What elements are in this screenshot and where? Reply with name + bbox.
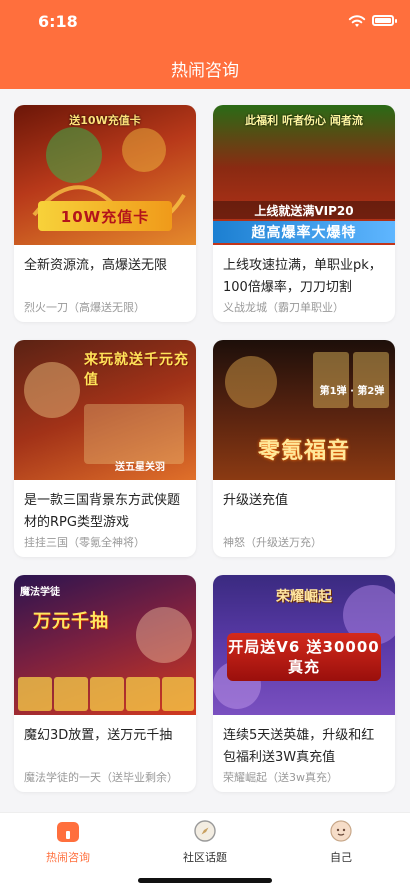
compass-icon — [193, 819, 217, 843]
tab-label: 自己 — [330, 851, 352, 864]
card-subtitle: 神怒（升级送万充） — [223, 536, 322, 549]
card-title: 上线攻速拉满，单职业pk，100倍爆率，刀刀切割 — [223, 258, 382, 295]
card-thumbnail: 来玩就送千元充值 送五星关羽 — [14, 340, 196, 480]
card-title: 连续5天送英雄，升级和红包福利送3W真充值 — [223, 728, 375, 765]
card-thumbnail: 魔法学徒 万元千抽 — [14, 575, 196, 715]
card-subtitle: 荣耀崛起（送3w真充） — [223, 771, 338, 784]
card-thumbnail: 此福利 听者伤心 闻者流 上线就送满VIP20 超高爆率大爆特 — [213, 105, 395, 245]
home-indicator[interactable] — [138, 878, 272, 883]
card-title: 魔幻3D放置，送万元千抽 — [24, 728, 173, 743]
page-title: 热闹咨询 — [171, 61, 239, 81]
card-thumbnail: 送10W充值卡 10W充值卡 — [14, 105, 196, 245]
card-subtitle: 挂挂三国（零氪全神将） — [24, 536, 145, 549]
top-header: 6:18 热闹咨询 — [0, 0, 410, 89]
news-card[interactable]: 来玩就送千元充值 送五星关羽 是一款三国背景东方武侠题材的RPG类型游戏 挂挂三… — [14, 340, 196, 557]
hero-art — [18, 607, 194, 711]
card-title: 是一款三国背景东方武侠题材的RPG类型游戏 — [24, 493, 181, 530]
tab-community[interactable]: 社区话题 — [155, 819, 255, 865]
thumb-band-text: 上线就送满VIP20 — [213, 201, 395, 219]
thumb-banner-text: 10W充值卡 — [38, 201, 172, 231]
news-card[interactable]: 荣耀崛起 开局送V6 送30000真充 连续5天送英雄，升级和红包福利送3W真充… — [213, 575, 395, 792]
status-time: 6:18 — [38, 12, 78, 31]
thumb-band-text: 此福利 听者伤心 闻者流 — [245, 114, 363, 127]
wifi-icon — [348, 15, 366, 27]
home-icon — [56, 819, 80, 843]
status-bar: 6:18 — [0, 0, 410, 44]
card-thumbnail: 荣耀崛起 开局送V6 送30000真充 — [213, 575, 395, 715]
news-card[interactable]: 第1弹 · 第2弹 零氪福音 升级送充值 神怒（升级送万充） — [213, 340, 395, 557]
card-thumbnail: 第1弹 · 第2弹 零氪福音 — [213, 340, 395, 480]
battery-icon — [372, 15, 397, 26]
news-card[interactable]: 此福利 听者伤心 闻者流 上线就送满VIP20 超高爆率大爆特 上线攻速拉满，单… — [213, 105, 395, 322]
card-title: 升级送充值 — [223, 493, 289, 508]
news-card[interactable]: 魔法学徒 万元千抽 魔幻3D放置，送万元千抽 魔法学徒的一天（送毕业剩余） — [14, 575, 196, 792]
card-subtitle: 魔法学徒的一天（送毕业剩余） — [24, 771, 178, 784]
thumb-band-text: 送五星关羽 — [115, 461, 165, 473]
thumb-banner-text: 超高爆率大爆特 — [213, 221, 395, 243]
thumb-band-text: 第1弹 · 第2弹 — [319, 385, 385, 397]
thumb-banner-text: 来玩就送千元充值 — [84, 352, 189, 388]
tab-label: 社区话题 — [183, 851, 227, 864]
tab-home[interactable]: 热闹咨询 — [18, 819, 118, 865]
tab-label: 热闹咨询 — [46, 851, 90, 864]
card-title: 全新资源流，高爆送无限 — [24, 258, 168, 273]
news-card[interactable]: 送10W充值卡 10W充值卡 全新资源流，高爆送无限 烈火一刀（高爆送无限） — [14, 105, 196, 322]
face-icon — [329, 819, 353, 843]
thumb-banner-text: 零氪福音 — [257, 439, 350, 464]
tab-me[interactable]: 自己 — [291, 819, 391, 865]
card-subtitle: 义战龙城（霸刀单职业） — [223, 301, 344, 314]
card-subtitle: 烈火一刀（高爆送无限） — [24, 301, 145, 314]
thumb-banner-text: 开局送V6 送30000真充 — [227, 633, 381, 681]
